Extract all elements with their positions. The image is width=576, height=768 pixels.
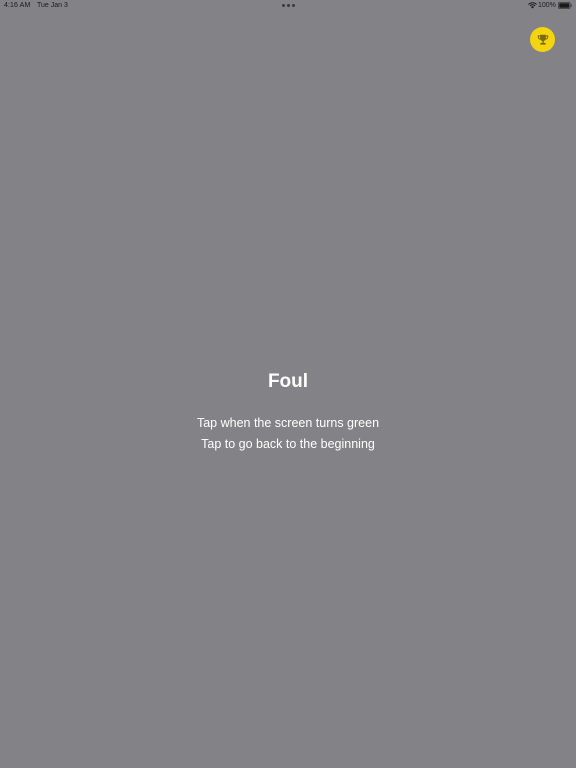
- status-time: 4:16 AM: [4, 2, 31, 9]
- status-date: Tue Jan 3: [37, 2, 68, 9]
- instruction-text: Tap when the screen turns green: [196, 416, 380, 430]
- battery-percentage: 100%: [538, 2, 556, 9]
- battery-icon: [558, 2, 572, 9]
- result-title: Foul: [267, 371, 309, 392]
- status-bar: 4:16 AM Tue Jan 3 100%: [0, 0, 576, 12]
- trophy-icon: [537, 34, 548, 45]
- wifi-icon: [528, 2, 537, 9]
- multitasking-dots-icon[interactable]: [282, 4, 295, 7]
- leaderboard-button[interactable]: [530, 27, 555, 52]
- restart-hint-text: Tap to go back to the beginning: [201, 437, 375, 451]
